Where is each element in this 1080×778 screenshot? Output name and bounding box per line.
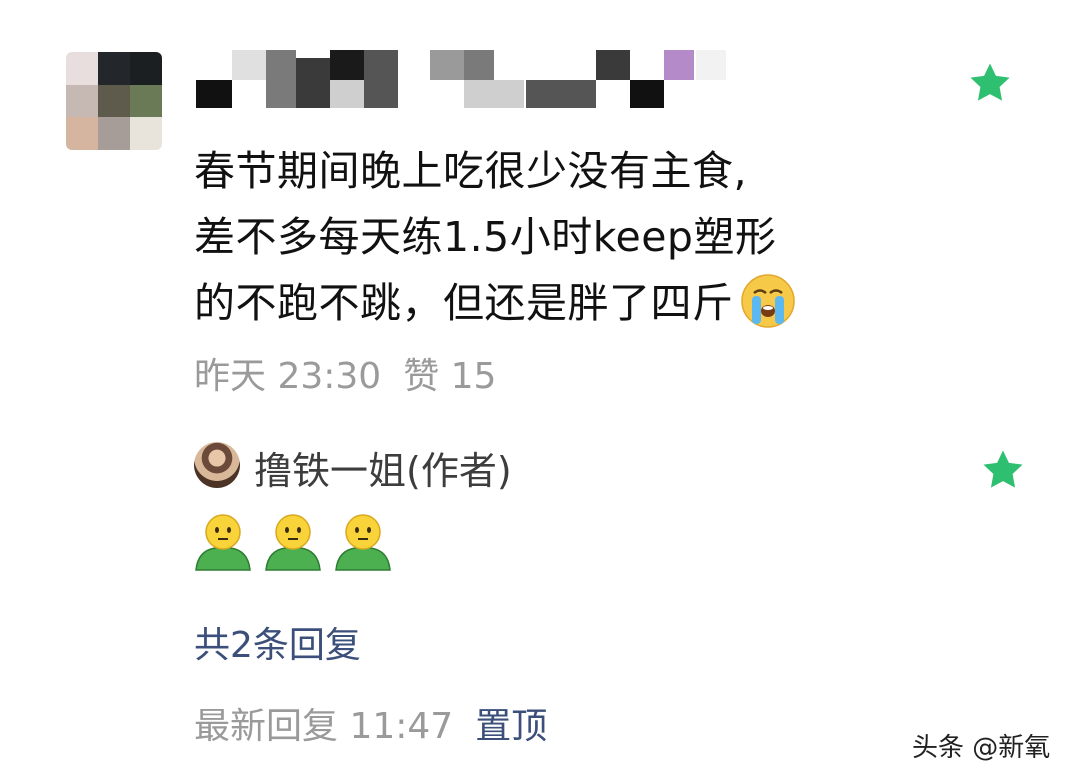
mosaic-block [664,50,694,80]
like-count[interactable]: 赞 15 [403,356,496,397]
comment-time: 昨天 23:30 [194,356,382,397]
latest-reply-meta: 最新回复 11:47 置顶 [194,697,547,749]
mosaic-block [464,80,524,108]
comment-line-1: 春节期间晚上吃很少没有主食, [194,147,748,195]
reply-body [192,510,394,572]
mosaic-block [196,80,232,108]
loudly-crying-face-icon [740,274,795,328]
mosaic-tile [98,117,130,150]
green-shirt-person-icon [265,514,321,571]
green-shirt-person-icon [335,514,391,571]
star-icon-shape [983,450,1023,488]
reply-author-avatar[interactable] [194,442,240,488]
mosaic-tile [98,52,130,85]
mosaic-tile [66,84,98,118]
comment-thread: 春节期间晚上吃很少没有主食, 差不多每天练1.5小时keep塑形 的不跑不跳，但… [0,0,1080,778]
mosaic-block [696,50,726,80]
star-icon[interactable] [967,60,1013,106]
mosaic-block [296,58,330,108]
mosaic-block [232,50,266,80]
commenter-avatar[interactable] [66,52,162,150]
comment-line-3: 的不跑不跳，但还是胖了四斤 [194,270,894,336]
watermark: 头条 @新氧 [912,733,1051,763]
comment-line-3-text: 的不跑不跳，但还是胖了四斤 [194,279,734,327]
mosaic-tile [130,117,162,150]
comment-meta: 昨天 23:30 赞 15 [194,347,496,399]
latest-reply-time: 最新回复 11:47 [194,706,454,747]
mosaic-block [464,50,494,80]
mosaic-block [430,50,464,80]
green-shirt-person-icon [195,514,251,571]
comment-line-2: 差不多每天练1.5小时keep塑形 [194,213,777,261]
star-icon-shape [970,63,1010,101]
mosaic-tile [66,52,98,85]
mosaic-tile [130,52,162,85]
mosaic-block [330,50,364,80]
reply-author-name[interactable]: 撸铁一姐(作者) [254,440,512,495]
mosaic-tile [98,84,130,118]
mosaic-block [364,50,398,108]
mosaic-block [596,50,630,80]
mosaic-block [526,80,596,108]
comment-body: 春节期间晚上吃很少没有主食, 差不多每天练1.5小时keep塑形 的不跑不跳，但… [194,138,894,336]
mosaic-tile [130,84,162,118]
star-icon[interactable] [980,447,1026,493]
mosaic-block [266,50,296,108]
view-replies-link[interactable]: 共2条回复 [194,616,361,668]
mosaic-block [630,80,664,108]
pin-button[interactable]: 置顶 [475,706,547,747]
mosaic-block [330,80,364,108]
commenter-username-mosaic[interactable] [196,50,796,112]
mosaic-tile [66,117,98,150]
